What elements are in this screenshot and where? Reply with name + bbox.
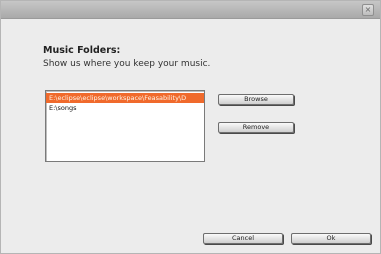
folder-list-item-selected[interactable]: E:\eclipse\eclipse\workspace\Feasability… xyxy=(46,93,204,103)
remove-button[interactable]: Remove xyxy=(218,122,294,133)
music-folder-list[interactable]: E:\eclipse\eclipse\workspace\Feasability… xyxy=(45,90,205,162)
dialog-heading: Music Folders: xyxy=(43,45,121,56)
music-folders-dialog: × Music Folders: Show us where you keep … xyxy=(0,0,381,254)
browse-button[interactable]: Browse xyxy=(218,94,294,105)
folder-list-item[interactable]: E:\songs xyxy=(46,103,204,113)
cancel-button[interactable]: Cancel xyxy=(203,233,283,244)
dialog-subheading: Show us where you keep your music. xyxy=(43,59,211,69)
close-icon[interactable]: × xyxy=(362,4,374,16)
ok-button[interactable]: Ok xyxy=(291,233,371,244)
title-bar[interactable]: × xyxy=(1,1,380,19)
